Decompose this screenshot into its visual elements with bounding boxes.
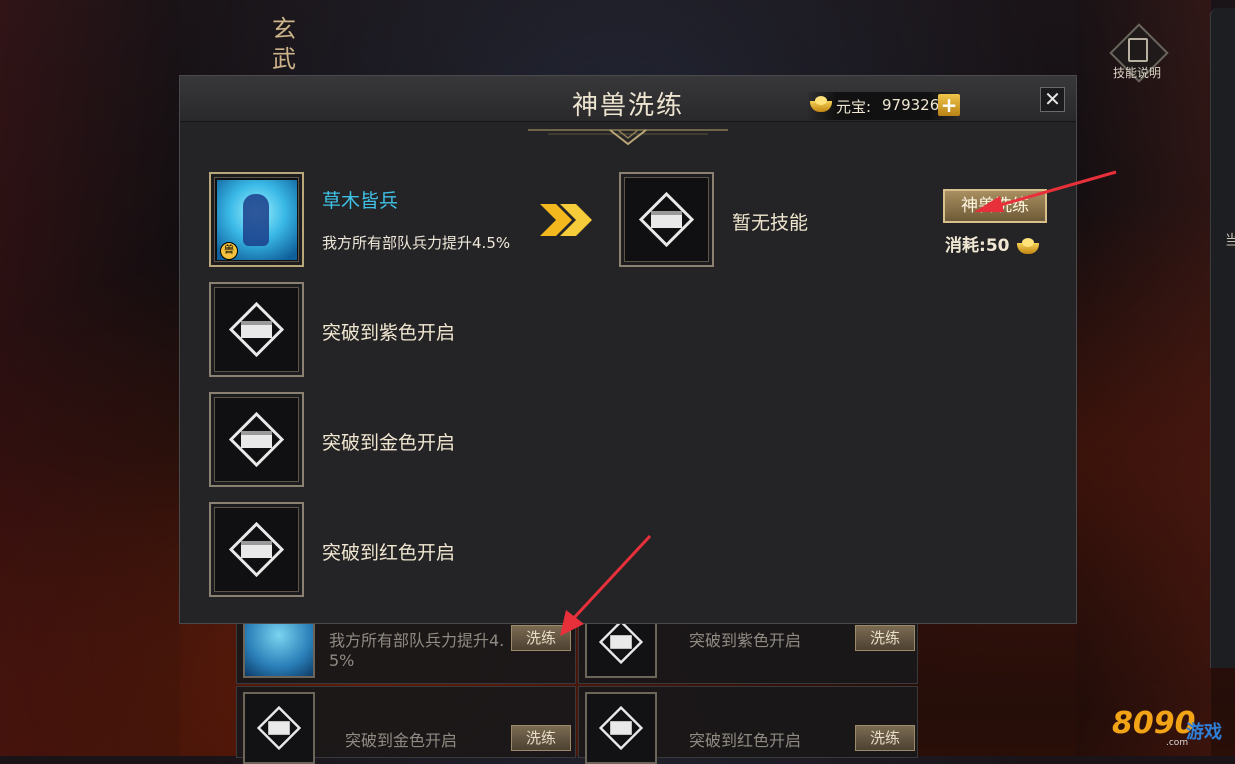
cost-label: 消耗: <box>945 236 986 256</box>
lock-icon <box>599 706 643 750</box>
underlying-wash-button[interactable]: 洗练 <box>855 725 915 751</box>
watermark-domain: .com <box>1166 738 1189 748</box>
background-left-pillar <box>0 0 180 756</box>
underlying-slot-text: 突破到金色开启 <box>345 731 458 750</box>
locked-slot-text: 突破到紫色开启 <box>322 322 456 344</box>
locked-skill-slot-gold <box>209 392 304 487</box>
locked-skill-slot-purple <box>209 282 304 377</box>
background-right-pillar <box>1076 0 1211 756</box>
site-watermark-logo: 8090 游戏 .com <box>1112 700 1232 752</box>
double-chevron-right-icon <box>540 204 592 236</box>
current-skill-name: 草木皆兵 <box>322 190 399 212</box>
watermark-number: 8090 <box>1112 706 1196 741</box>
skill-info-button[interactable]: 技能说明 <box>1104 23 1170 90</box>
currency-bar: 元宝: 979326 <box>806 92 960 120</box>
underlying-wash-button[interactable]: 洗练 <box>511 725 571 751</box>
underlying-skill-desc: 我方所有部队兵力提升4. 5% <box>329 631 505 670</box>
lock-icon <box>257 706 301 750</box>
gold-ingot-icon <box>810 96 832 112</box>
dialog-title: 神兽洗练 <box>571 91 684 121</box>
currency-label: 元宝: <box>836 98 872 116</box>
locked-skill-slot-red <box>209 502 304 597</box>
locked-slot-text: 突破到金色开启 <box>322 432 456 454</box>
currency-value: 979326 <box>882 96 940 114</box>
close-button[interactable]: ✕ <box>1040 87 1065 112</box>
underlying-wash-button[interactable]: 洗练 <box>511 625 571 651</box>
divine-beast-wash-button[interactable]: 神兽洗练 <box>943 189 1047 223</box>
underlying-slot-text: 突破到紫色开启 <box>689 631 802 650</box>
title-ornament <box>528 129 728 146</box>
right-side-panel: 当 <box>1210 8 1235 668</box>
underlying-lock-slot <box>243 692 315 764</box>
add-currency-button[interactable]: + <box>938 94 960 116</box>
underlying-wash-button[interactable]: 洗练 <box>855 625 915 651</box>
underlying-lock-slot <box>585 692 657 764</box>
lock-icon <box>229 412 284 467</box>
skill-art: 兽 <box>217 180 297 260</box>
underlying-slot-text: 突破到红色开启 <box>689 731 802 750</box>
gold-ingot-icon <box>1017 238 1040 254</box>
current-skill-desc: 我方所有部队兵力提升4.5% <box>322 234 511 252</box>
background-beast-title: 玄 武 <box>268 14 302 74</box>
cost-display: 消耗:50 <box>945 231 1040 256</box>
watermark-game-text: 游戏 <box>1186 722 1222 743</box>
result-slot-text: 暂无技能 <box>732 212 809 234</box>
document-icon <box>1128 38 1148 62</box>
cost-value: 50 <box>985 236 1010 256</box>
beast-badge-icon: 兽 <box>220 242 238 260</box>
lock-icon <box>229 302 284 357</box>
skill-info-label: 技能说明 <box>1112 66 1161 80</box>
lock-icon <box>229 522 284 577</box>
lock-icon <box>599 620 643 664</box>
figure-icon <box>243 194 269 246</box>
locked-slot-text: 突破到红色开启 <box>322 542 456 564</box>
result-skill-slot <box>619 172 714 267</box>
right-panel-clipped-text: 当 <box>1225 233 1235 249</box>
underlying-list-item: 突破到金色开启 洗练 <box>236 686 576 764</box>
underlying-list-item: 突破到红色开启 洗练 <box>578 686 918 764</box>
current-skill-slot[interactable]: 兽 <box>209 172 304 267</box>
title-char: 武 <box>272 45 298 73</box>
title-char: 玄 <box>272 15 298 43</box>
lock-icon <box>639 192 694 247</box>
divine-beast-wash-dialog: 神兽洗练 元宝: 979326 + ✕ 兽 草木皆兵 我方所有部队兵力提升4.5… <box>179 75 1077 624</box>
